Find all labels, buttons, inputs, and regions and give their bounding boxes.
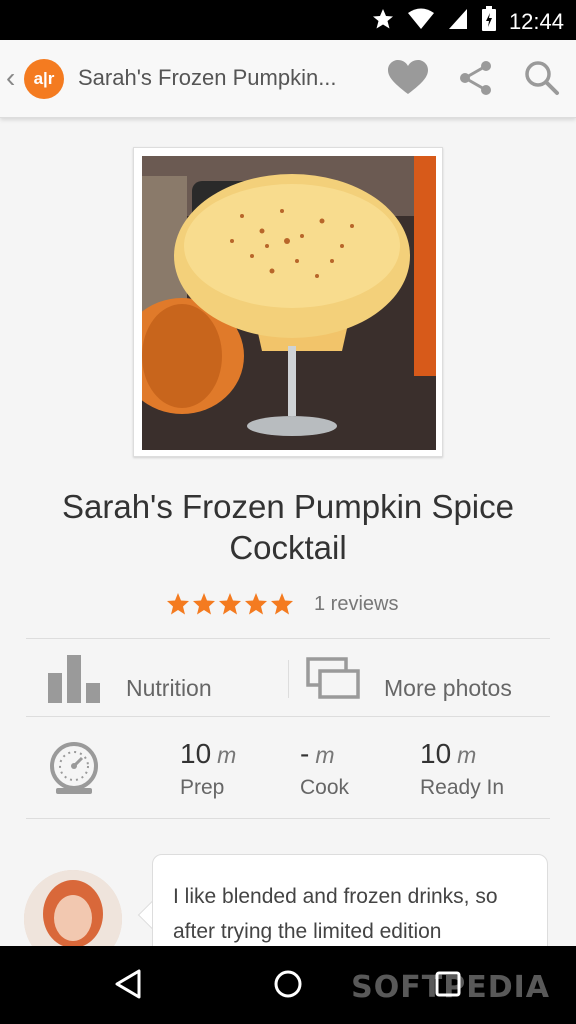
cook-time-value: - bbox=[300, 738, 310, 769]
star-icon bbox=[219, 593, 241, 615]
heart-icon bbox=[388, 59, 428, 101]
nutrition-label: Nutrition bbox=[126, 675, 212, 701]
navigation-bar: SOFTPEDIA bbox=[0, 946, 576, 1024]
status-bar: 12:44 bbox=[0, 0, 576, 40]
ready-time-value: 10 bbox=[420, 738, 452, 769]
watermark: SOFTPEDIA bbox=[351, 970, 550, 1005]
more-photos-button[interactable]: More photos bbox=[290, 645, 550, 715]
favorite-button[interactable] bbox=[386, 58, 430, 102]
nav-back-button[interactable] bbox=[106, 964, 150, 1008]
ready-time: 10 m Ready In bbox=[420, 738, 504, 800]
star-icon bbox=[371, 7, 395, 36]
nutrition-chart-icon bbox=[48, 655, 102, 708]
divider bbox=[288, 660, 289, 698]
ready-time-label: Ready In bbox=[420, 776, 505, 799]
prep-time-unit: m bbox=[217, 742, 237, 768]
cook-time-unit: m bbox=[315, 742, 335, 768]
status-time: 12:44 bbox=[508, 8, 564, 34]
star-icon bbox=[245, 593, 267, 615]
search-button[interactable] bbox=[520, 58, 564, 102]
nav-back-icon bbox=[113, 968, 143, 1005]
divider bbox=[26, 716, 550, 717]
share-button[interactable] bbox=[454, 58, 498, 102]
prep-time-value: 10 bbox=[180, 738, 212, 769]
divider bbox=[26, 638, 550, 639]
recipe-photo[interactable] bbox=[133, 147, 443, 457]
app-bar: ‹ a|r Sarah's Frozen Pumpkin... bbox=[0, 40, 576, 118]
nav-home-icon bbox=[272, 968, 304, 1005]
review-text: I like blended and frozen drinks, so aft… bbox=[173, 885, 498, 943]
wifi-icon bbox=[407, 7, 435, 36]
prep-time-label: Prep bbox=[180, 776, 225, 799]
star-icon bbox=[271, 593, 293, 615]
share-icon bbox=[458, 60, 494, 101]
allrecipes-logo[interactable]: a|r bbox=[24, 59, 64, 99]
star-rating bbox=[166, 592, 294, 616]
search-icon bbox=[524, 60, 560, 101]
signal-icon bbox=[447, 7, 469, 36]
back-chevron-icon[interactable]: ‹ bbox=[6, 64, 15, 92]
recipe-title: Sarah's Frozen Pumpkin Spice Cocktail bbox=[61, 488, 514, 566]
divider bbox=[26, 818, 550, 819]
cook-time: -m Cook bbox=[300, 738, 349, 800]
reviews-count[interactable]: 1 reviews bbox=[314, 593, 398, 616]
nav-home-button[interactable] bbox=[266, 964, 310, 1008]
cocktail-image bbox=[142, 156, 436, 450]
prep-time: 10 m Prep bbox=[180, 738, 236, 800]
app-bar-title: Sarah's Frozen Pumpkin... bbox=[78, 65, 337, 90]
star-icon bbox=[167, 593, 189, 615]
photos-icon bbox=[306, 657, 360, 706]
nutrition-button[interactable]: Nutrition bbox=[26, 645, 288, 715]
star-icon bbox=[193, 593, 215, 615]
timer-icon bbox=[48, 740, 100, 801]
more-photos-label: More photos bbox=[384, 675, 512, 701]
cook-time-label: Cook bbox=[300, 776, 350, 799]
battery-icon bbox=[481, 6, 497, 37]
ready-time-unit: m bbox=[457, 742, 477, 768]
rating-row[interactable]: 1 reviews bbox=[166, 588, 398, 620]
